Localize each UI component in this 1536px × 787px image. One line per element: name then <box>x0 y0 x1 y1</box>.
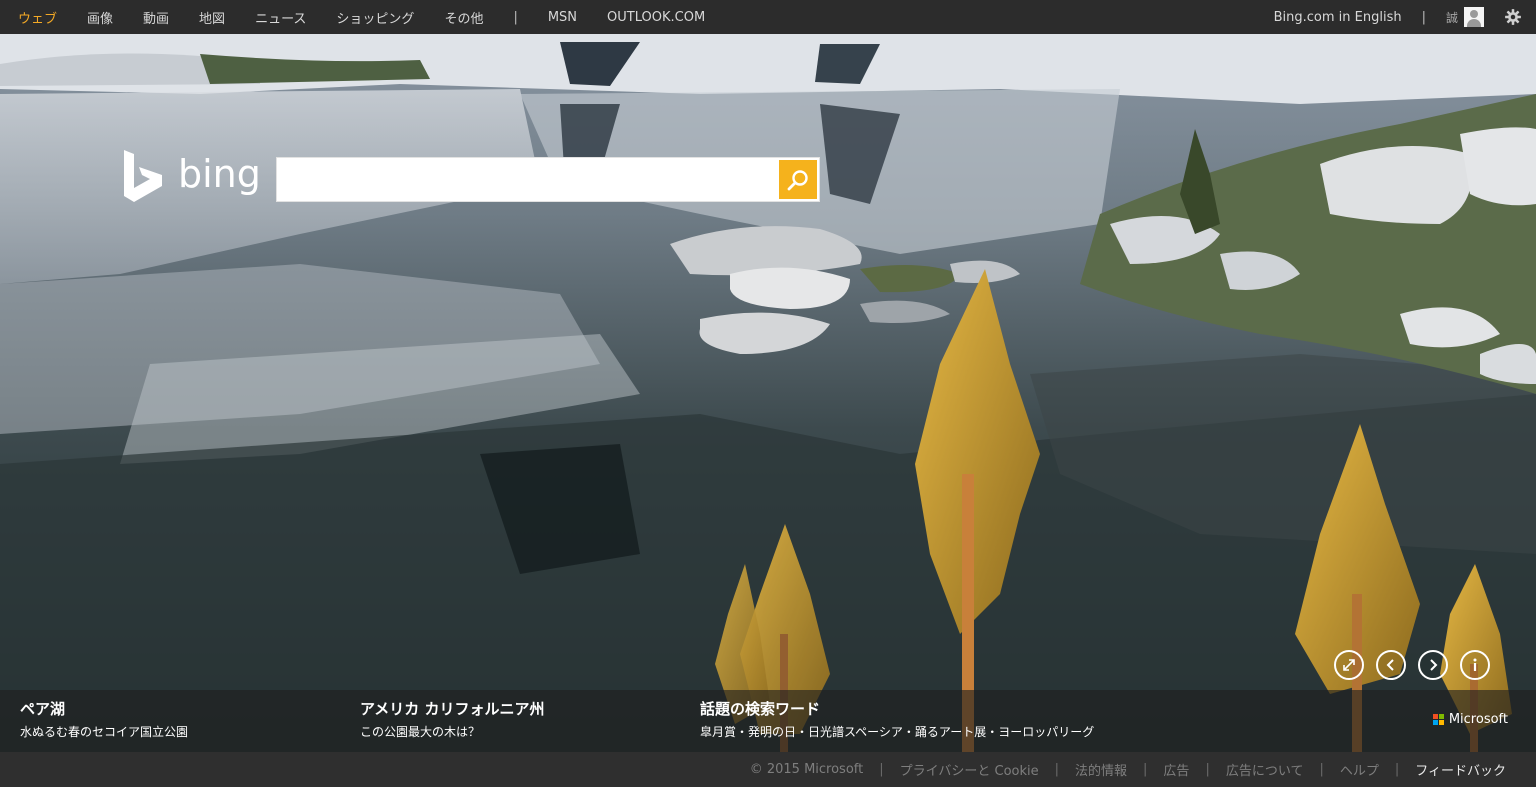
fullscreen-icon[interactable] <box>1334 650 1364 680</box>
footer-separator: | <box>1394 762 1400 777</box>
bing-homepage: ウェブ 画像 動画 地図 ニュース ショッピング その他 | MSN OUTLO… <box>0 0 1536 787</box>
search-box <box>276 157 820 202</box>
footer-advertise-link[interactable]: 広告 <box>1163 760 1189 779</box>
trending-searches-list[interactable]: 皐月賞・発明の日・日光譜スペーシア・踊るアート展・ヨーロッパリーグ <box>700 723 1094 740</box>
trending-searches-title[interactable]: 話題の検索ワード <box>700 698 820 719</box>
user-avatar-icon[interactable] <box>1464 7 1484 27</box>
nav-images[interactable]: 画像 <box>87 8 113 27</box>
footer-separator: | <box>1319 762 1324 777</box>
footer-separator: | <box>1205 762 1210 777</box>
footer-separator: | <box>1143 762 1148 777</box>
microsoft-logo-icon <box>1432 714 1444 725</box>
search-icon <box>787 169 808 190</box>
hotspot-region-title[interactable]: アメリカ カリフォルニア州 <box>360 698 544 719</box>
hotspot-region-subtitle[interactable]: この公園最大の木は？ <box>360 723 480 740</box>
nav-videos[interactable]: 動画 <box>143 8 169 27</box>
gear-icon[interactable] <box>1504 8 1522 26</box>
nav-maps[interactable]: 地図 <box>199 8 225 27</box>
nav-news[interactable]: ニュース <box>255 8 306 27</box>
next-image-icon[interactable] <box>1418 650 1448 680</box>
footer-separator: | <box>1054 762 1060 777</box>
search-input[interactable] <box>277 158 777 201</box>
previous-image-icon[interactable] <box>1376 650 1406 680</box>
microsoft-logo[interactable]: Microsoft <box>1432 712 1508 727</box>
bing-logo-text: bing <box>178 152 261 196</box>
nav-web[interactable]: ウェブ <box>18 8 57 27</box>
footer-legal-link[interactable]: 法的情報 <box>1075 760 1127 779</box>
nav-left: ウェブ 画像 動画 地図 ニュース ショッピング その他 | MSN OUTLO… <box>0 8 735 27</box>
user-name[interactable]: 誠 <box>1446 9 1458 26</box>
english-site-link[interactable]: Bing.com in English <box>1274 10 1402 25</box>
footer: © 2015 Microsoft | プライバシーと Cookie | 法的情報… <box>0 752 1536 787</box>
footer-separator: | <box>879 762 884 777</box>
hotspot-location-title[interactable]: ペア湖 <box>20 698 65 719</box>
nav-divider: | <box>513 9 518 25</box>
nav-more[interactable]: その他 <box>444 8 483 27</box>
footer-privacy-link[interactable]: プライバシーと Cookie <box>900 760 1039 779</box>
nav-right: Bing.com in English | 誠 <box>1274 0 1536 34</box>
image-controls <box>1334 650 1502 680</box>
top-navigation-bar: ウェブ 画像 動画 地図 ニュース ショッピング その他 | MSN OUTLO… <box>0 0 1536 34</box>
search-button[interactable] <box>779 160 817 199</box>
nav-msn[interactable]: MSN <box>548 10 577 25</box>
footer-feedback-link[interactable]: フィードバック <box>1415 760 1506 779</box>
microsoft-logo-text: Microsoft <box>1448 712 1508 727</box>
bing-logo[interactable]: bing <box>122 150 262 206</box>
hotspot-location-subtitle[interactable]: 水ぬるむ春のセコイア国立公園 <box>20 723 188 740</box>
footer-help-link[interactable]: ヘルプ <box>1340 760 1379 779</box>
footer-copyright: © 2015 Microsoft <box>749 762 864 777</box>
bing-logo-icon <box>124 150 162 202</box>
nav-divider-right: | <box>1421 9 1426 25</box>
nav-outlook[interactable]: OUTLOOK.COM <box>607 10 705 25</box>
info-icon[interactable] <box>1460 650 1490 680</box>
footer-about-ads-link[interactable]: 広告について <box>1226 760 1304 779</box>
hotspot-strip: ペア湖 水ぬるむ春のセコイア国立公園 アメリカ カリフォルニア州 この公園最大の… <box>0 690 1536 752</box>
background-image <box>0 34 1536 752</box>
nav-shopping[interactable]: ショッピング <box>336 8 414 27</box>
